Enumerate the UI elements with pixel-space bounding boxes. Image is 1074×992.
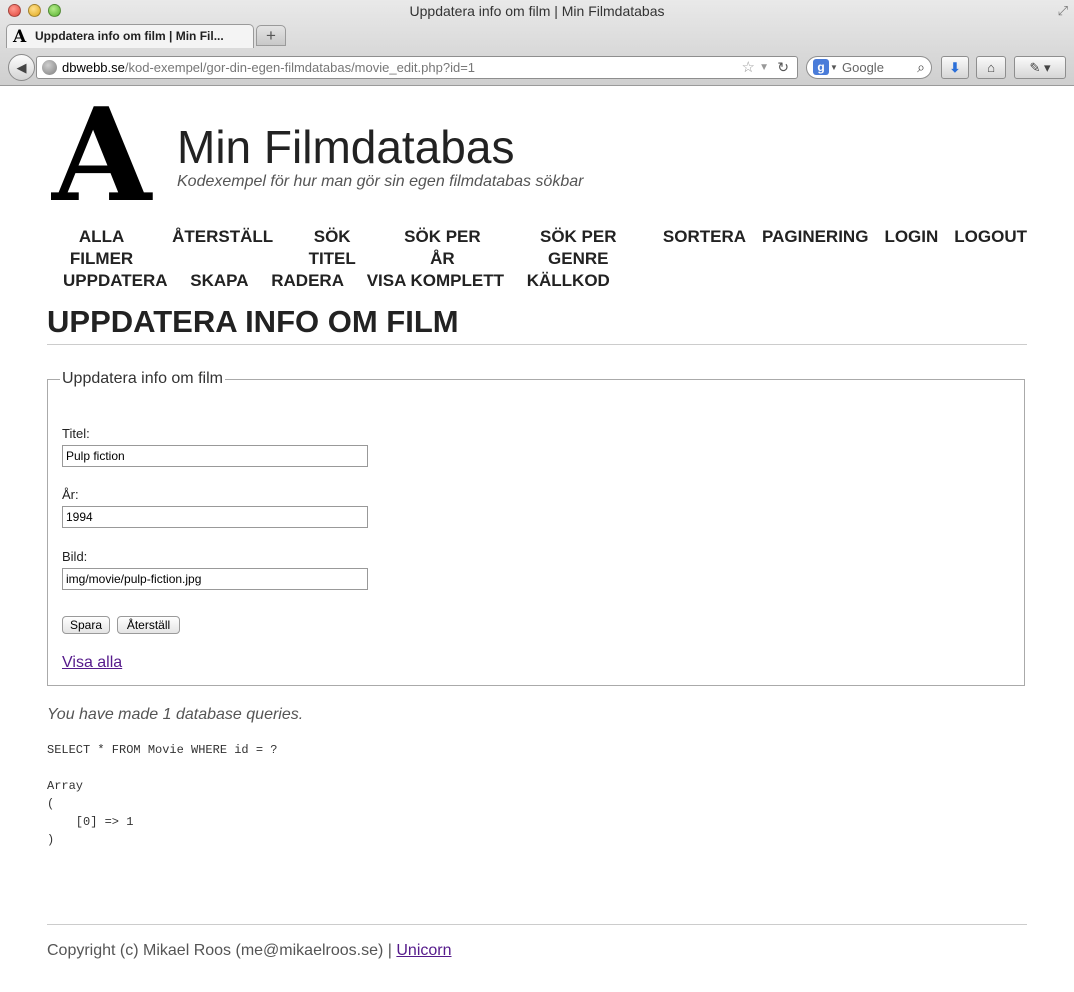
site-title: Min Filmdatabas <box>177 121 515 173</box>
menu-item-alla-filmer[interactable]: ALLA FILMER <box>47 226 156 270</box>
footer-divider <box>47 924 1027 925</box>
engine-dropdown-icon[interactable]: ▼ <box>830 57 838 78</box>
title-divider <box>47 344 1027 345</box>
reset-button[interactable]: Återställ <box>117 616 180 634</box>
url-path: /kod-exempel/gor-din-egen-filmdatabas/mo… <box>124 60 476 75</box>
new-tab-button[interactable]: + <box>256 25 286 46</box>
navigation-bar: ◀ dbwebb.se/kod-exempel/gor-din-egen-fil… <box>0 48 1074 86</box>
query-count-text: You have made 1 database queries. <box>47 706 304 723</box>
menu-item-skapa[interactable]: SKAPA <box>190 271 248 290</box>
save-button[interactable]: Spara <box>62 616 110 634</box>
title-label: Titel: <box>62 426 90 441</box>
menu-item-sok-per-genre[interactable]: SÖK PER GENRE <box>510 226 647 270</box>
menu-item-radera[interactable]: RADERA <box>271 271 344 290</box>
menu-item-paginering[interactable]: PAGINERING <box>762 226 868 270</box>
url-host: dbwebb.se <box>62 60 125 75</box>
fullscreen-icon[interactable]: ⤢ <box>1058 3 1068 19</box>
menu-item-visa-komplett[interactable]: VISA KOMPLETT <box>367 271 504 290</box>
year-label: År: <box>62 487 79 502</box>
view-all-link[interactable]: Visa alla <box>62 654 122 672</box>
favicon-icon: A <box>13 27 27 47</box>
menu-item-sok-titel[interactable]: SÖK TITEL <box>289 226 375 270</box>
back-button[interactable]: ◀ <box>8 54 35 81</box>
menu-item-sortera[interactable]: SORTERA <box>663 226 746 270</box>
window-minimize-icon[interactable] <box>28 4 41 17</box>
main-menu: ALLA FILMER ÅTERSTÄLL SÖK TITEL SÖK PER … <box>47 226 1027 292</box>
url-text[interactable]: dbwebb.se/kod-exempel/gor-din-egen-filmd… <box>62 57 475 78</box>
form-legend: Uppdatera info om film <box>62 370 223 387</box>
search-input[interactable]: Google <box>842 57 884 78</box>
window-zoom-icon[interactable] <box>48 4 61 17</box>
tab-label: Uppdatera info om film | Min Fil... <box>35 29 224 43</box>
menu-row-1: ALLA FILMER ÅTERSTÄLL SÖK TITEL SÖK PER … <box>47 226 1027 270</box>
menu-row-2: UPPDATERA SKAPA RADERA VISA KOMPLETT KÄL… <box>47 270 1027 292</box>
google-engine-icon[interactable]: g <box>813 59 829 75</box>
window-close-icon[interactable] <box>8 4 21 17</box>
developer-tools-button[interactable]: ✎ ▾ <box>1014 56 1066 79</box>
image-label: Bild: <box>62 549 88 564</box>
history-dropdown-icon[interactable]: ▼ <box>759 57 769 78</box>
menu-item-sok-per-ar[interactable]: SÖK PER ÅR <box>391 226 493 270</box>
home-button[interactable]: ⌂ <box>976 56 1006 79</box>
title-field[interactable] <box>62 445 368 467</box>
bookmark-star-icon[interactable]: ☆ <box>742 57 755 78</box>
search-icon[interactable]: ⌕ <box>917 57 925 78</box>
reload-icon[interactable]: ↻ <box>777 57 789 78</box>
footer-copyright: Copyright (c) Mikael Roos (me@mikaelroos… <box>47 942 397 959</box>
menu-item-logout[interactable]: LOGOUT <box>954 226 1027 270</box>
url-bar[interactable]: dbwebb.se/kod-exempel/gor-din-egen-filmd… <box>36 56 798 79</box>
menu-item-aterstall[interactable]: ÅTERSTÄLL <box>172 226 273 270</box>
footer-unicorn-link[interactable]: Unicorn <box>396 942 451 959</box>
menu-item-uppdatera[interactable]: UPPDATERA <box>63 271 168 290</box>
tab-active[interactable]: A Uppdatera info om film | Min Fil... <box>6 24 254 48</box>
tab-strip: A Uppdatera info om film | Min Fil... + <box>0 22 1074 48</box>
window-title: Uppdatera info om film | Min Filmdatabas <box>409 3 665 19</box>
downloads-button[interactable]: ⬇ <box>941 56 969 79</box>
footer: Copyright (c) Mikael Roos (me@mikaelroos… <box>47 942 452 960</box>
menu-item-login[interactable]: LOGIN <box>884 226 938 270</box>
site-slogan: Kodexempel för hur man gör sin egen film… <box>177 173 584 190</box>
globe-icon <box>42 60 57 75</box>
query-dump: SELECT * FROM Movie WHERE id = ? Array (… <box>47 743 278 847</box>
search-bar[interactable]: g ▼ Google ⌕ <box>806 56 932 79</box>
menu-item-kallkod[interactable]: KÄLLKOD <box>527 271 610 290</box>
update-movie-form: Uppdatera info om film Titel: År: Bild: … <box>47 370 1025 686</box>
image-field[interactable] <box>62 568 368 590</box>
year-field[interactable] <box>62 506 368 528</box>
browser-chrome: Uppdatera info om film | Min Filmdatabas… <box>0 0 1074 86</box>
page-title: UPPDATERA INFO OM FILM <box>47 304 459 339</box>
site-logo[interactable]: A <box>52 92 151 220</box>
